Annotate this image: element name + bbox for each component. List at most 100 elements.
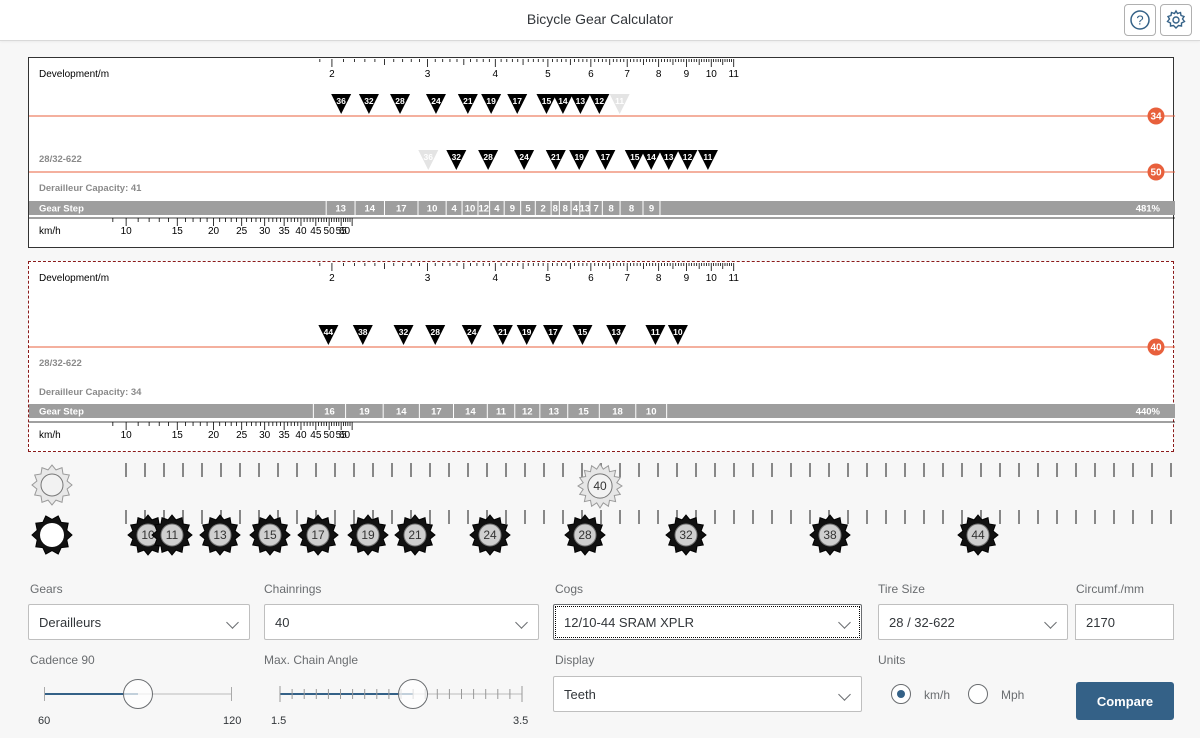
gear-step-value: 18 — [612, 407, 623, 418]
cog-marker-label: 38 — [358, 327, 368, 337]
cadence-label: Cadence 90 — [30, 653, 95, 667]
chain-angle-label: Max. Chain Angle — [264, 653, 359, 667]
svg-text:?: ? — [1136, 13, 1143, 28]
compare-button[interactable]: Compare — [1076, 682, 1174, 720]
gear-step-value: 440% — [1136, 407, 1161, 418]
gears-select[interactable]: Derailleurs — [28, 604, 250, 640]
cog-marker-label: 32 — [452, 152, 462, 162]
tire-size-label: Tire Size — [878, 582, 925, 596]
development-tick-label: 3 — [425, 69, 431, 80]
development-tick-label: 11 — [729, 273, 740, 284]
circumference-input-value: 2170 — [1086, 614, 1115, 630]
cog-marker-label: 13 — [611, 327, 621, 337]
cadence-slider-handle[interactable] — [123, 679, 153, 709]
cog-icon: 38 — [809, 514, 851, 556]
help-icon: ? — [1130, 10, 1150, 30]
cog-icon-label: 15 — [263, 528, 277, 542]
gear-step-value: 481% — [1136, 204, 1161, 215]
speed-tick-label: 45 — [310, 430, 322, 441]
chain-angle-max: 3.5 — [513, 715, 529, 727]
cog-marker-label: 14 — [646, 152, 656, 162]
cogs-select[interactable]: 12/10-44 SRAM XPLR — [553, 604, 862, 640]
cog-marker-label: 28 — [483, 152, 493, 162]
display-label: Display — [555, 653, 595, 667]
gear-settings-icon — [1166, 9, 1186, 29]
speed-tick-label: 15 — [172, 226, 184, 237]
speed-tick-label: 60 — [339, 430, 351, 441]
gear-step-value: 9 — [510, 204, 515, 215]
development-tick-label: 2 — [329, 273, 335, 284]
gear-step-label: Gear Step — [39, 407, 84, 418]
development-tick-label: 8 — [656, 69, 662, 80]
development-tick-label: 8 — [656, 273, 662, 284]
tire-size-text: 28/32-622 — [39, 358, 82, 369]
cog-marker-label: 15 — [578, 327, 588, 337]
gear-step-value: 5 — [525, 204, 531, 215]
chainrings-label: Chainrings — [264, 582, 322, 596]
cog-marker-label: 19 — [486, 96, 496, 106]
gear-step-value: 12 — [522, 407, 533, 418]
speed-tick-label: 10 — [121, 226, 133, 237]
cog-marker-label: 10 — [673, 327, 683, 337]
chevron-down-icon — [1044, 616, 1057, 629]
gear-step-value: 9 — [649, 204, 654, 215]
chain-angle-slider-handle[interactable] — [398, 679, 429, 709]
gear-step-value: 4 — [451, 204, 457, 215]
speed-tick-label: 30 — [259, 430, 271, 441]
cog-marker-label: 44 — [324, 327, 334, 337]
gear-chart-current: Development/m 2 3 4 5 6 7 8 9 10 11 34 36 32 28 24 21 19 1… — [28, 57, 1175, 248]
cog-icon: 32 — [665, 514, 707, 556]
settings-button[interactable] — [1160, 4, 1192, 36]
gear-step-value: 17 — [431, 407, 442, 418]
gear-chart-compare: Development/m 2 3 4 5 6 7 8 9 10 11 40 44 38 32 28 24 21 1… — [28, 261, 1175, 452]
tire-size-select-value: 28 / 32-622 — [889, 614, 955, 630]
speed-tick-label: 50 — [324, 430, 336, 441]
unit-kmh-label[interactable]: km/h — [924, 688, 950, 702]
cadence-max: 120 — [223, 715, 242, 727]
cog-marker-label: 11 — [651, 327, 660, 337]
development-tick-label: 4 — [493, 273, 499, 284]
gear-step-value: 11 — [496, 407, 507, 418]
circumference-input[interactable]: 2170 — [1075, 604, 1174, 640]
cog-marker-label: 15 — [542, 96, 552, 106]
speed-tick-label: 20 — [208, 430, 220, 441]
cog-icon: 28 — [564, 514, 606, 556]
speed-tick-label: 60 — [339, 226, 351, 237]
display-select[interactable]: Teeth — [553, 676, 862, 712]
cog-icon-label: 19 — [361, 528, 375, 542]
development-tick-label: 11 — [729, 69, 740, 80]
cogs-select-value: 12/10-44 SRAM XPLR — [564, 614, 695, 630]
speed-tick-label: 35 — [279, 430, 291, 441]
help-button[interactable]: ? — [1124, 4, 1156, 36]
chevron-down-icon — [838, 616, 851, 629]
derailleur-pulley-upper-icon-hub — [40, 473, 64, 497]
gear-step-bar — [29, 404, 1175, 418]
gear-step-value: 13 — [580, 204, 591, 215]
chain-angle-min: 1.5 — [271, 715, 287, 727]
derailleur-capacity-text: Derailleur Capacity: 41 — [39, 183, 142, 194]
cog-marker-label: 32 — [399, 327, 409, 337]
circumference-label: Circumf./mm — [1076, 582, 1144, 596]
gear-step-value: 12 — [479, 204, 490, 215]
unit-kmh-radio[interactable] — [891, 684, 911, 704]
cog-marker-label: 32 — [364, 96, 374, 106]
development-tick-label: 7 — [624, 273, 630, 284]
chainrings-select-value: 40 — [275, 614, 290, 630]
cadence-slider-tick — [231, 687, 232, 701]
chevron-down-icon — [838, 688, 851, 701]
tire-size-text: 28/32-622 — [39, 154, 82, 165]
cog-icon: 15 — [249, 514, 291, 556]
cog-marker-label: 13 — [664, 152, 674, 162]
unit-mph-label[interactable]: Mph — [1001, 688, 1024, 702]
tire-size-select[interactable]: 28 / 32-622 — [878, 604, 1068, 640]
chainring-badge-label: 50 — [1150, 168, 1162, 179]
development-tick-label: 7 — [624, 69, 630, 80]
gear-step-value: 8 — [629, 204, 634, 215]
cog-icon: 24 — [469, 514, 511, 556]
cog-icon-label: 28 — [578, 528, 592, 542]
development-tick-label: 6 — [588, 273, 594, 284]
chainrings-select[interactable]: 40 — [264, 604, 539, 640]
gear-step-value: 17 — [396, 204, 407, 215]
cog-marker-label: 24 — [519, 152, 529, 162]
unit-mph-radio[interactable] — [968, 684, 988, 704]
